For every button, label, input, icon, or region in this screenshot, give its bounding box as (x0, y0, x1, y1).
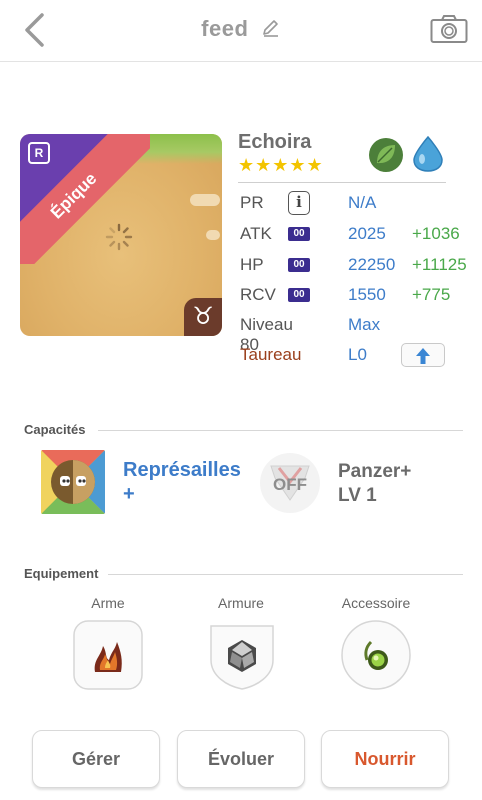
awakening-level: LV 1 (338, 485, 377, 506)
monster-portrait[interactable]: Épique R ♉ (20, 134, 222, 336)
stat-label: HP (240, 255, 264, 274)
plus-badge: 00 (288, 227, 310, 241)
skill-suffix: + (123, 483, 135, 505)
awakening-name: Panzer+ (338, 461, 412, 482)
stat-label: RCV (240, 285, 276, 304)
plus-badge: 00 (288, 258, 310, 272)
abilities-divider (98, 430, 463, 431)
off-label: OFF (273, 475, 307, 494)
leaf-icon (369, 138, 403, 172)
info-button[interactable]: i (288, 191, 310, 215)
zodiac-label: Taureau (240, 345, 302, 364)
evolve-button[interactable]: Évoluer (177, 730, 305, 788)
skill-icon[interactable] (41, 450, 105, 514)
awakening-off-icon[interactable]: OFF (259, 452, 321, 514)
stat-value: 2025 (348, 224, 386, 243)
skill-name-block[interactable]: Représailles + (123, 458, 241, 506)
stat-bonus: +11125 (412, 255, 467, 274)
info-divider (238, 182, 446, 183)
weapon-slot[interactable] (73, 620, 143, 690)
awakening-name-block[interactable]: Panzer+ LV 1 (338, 460, 411, 508)
zodiac-level: L0 (348, 345, 367, 364)
top-bar: feed (0, 0, 482, 62)
star-rating: ★★★★★ (238, 155, 324, 175)
water-drop-icon (413, 135, 443, 172)
stat-value: 22250 (348, 255, 396, 274)
plus-badge: 00 (288, 288, 310, 302)
accessory-slot[interactable] (341, 620, 411, 690)
stat-bonus: +775 (412, 285, 451, 304)
pencil-icon[interactable] (261, 18, 281, 38)
abilities-title: Capacités (24, 422, 86, 437)
manage-button[interactable]: Gérer (32, 730, 160, 788)
accessory-label: Accessoire (341, 595, 411, 611)
weapon-label: Arme (91, 595, 125, 611)
rarity-badge: R (28, 142, 50, 164)
stat-label: ATK (240, 224, 272, 243)
armor-slot[interactable] (207, 620, 277, 690)
title-area[interactable]: feed (0, 16, 482, 42)
skill-name: Représailles (123, 459, 241, 481)
stat-label: PR (240, 193, 264, 212)
loading-spinner-icon (105, 223, 133, 251)
taurus-icon: ♉ (184, 298, 222, 336)
equipment-title: Equipement (24, 566, 99, 581)
retaliation-skill-icon (41, 450, 105, 514)
page-title: feed (201, 16, 249, 41)
portrait-rock (190, 194, 220, 206)
camera-icon[interactable] (430, 14, 468, 44)
stat-value: N/A (348, 193, 377, 212)
arrow-up-icon (416, 348, 430, 364)
upgrade-button[interactable] (401, 343, 445, 367)
stat-value: 1550 (348, 285, 386, 304)
feed-button[interactable]: Nourrir (321, 730, 449, 788)
level-value: Max (348, 315, 381, 334)
portrait-rock (206, 230, 220, 240)
stat-bonus: +1036 (412, 224, 460, 243)
monster-name: Echoira (238, 131, 312, 153)
equipment-divider (108, 574, 463, 575)
armor-label: Armure (218, 595, 264, 611)
